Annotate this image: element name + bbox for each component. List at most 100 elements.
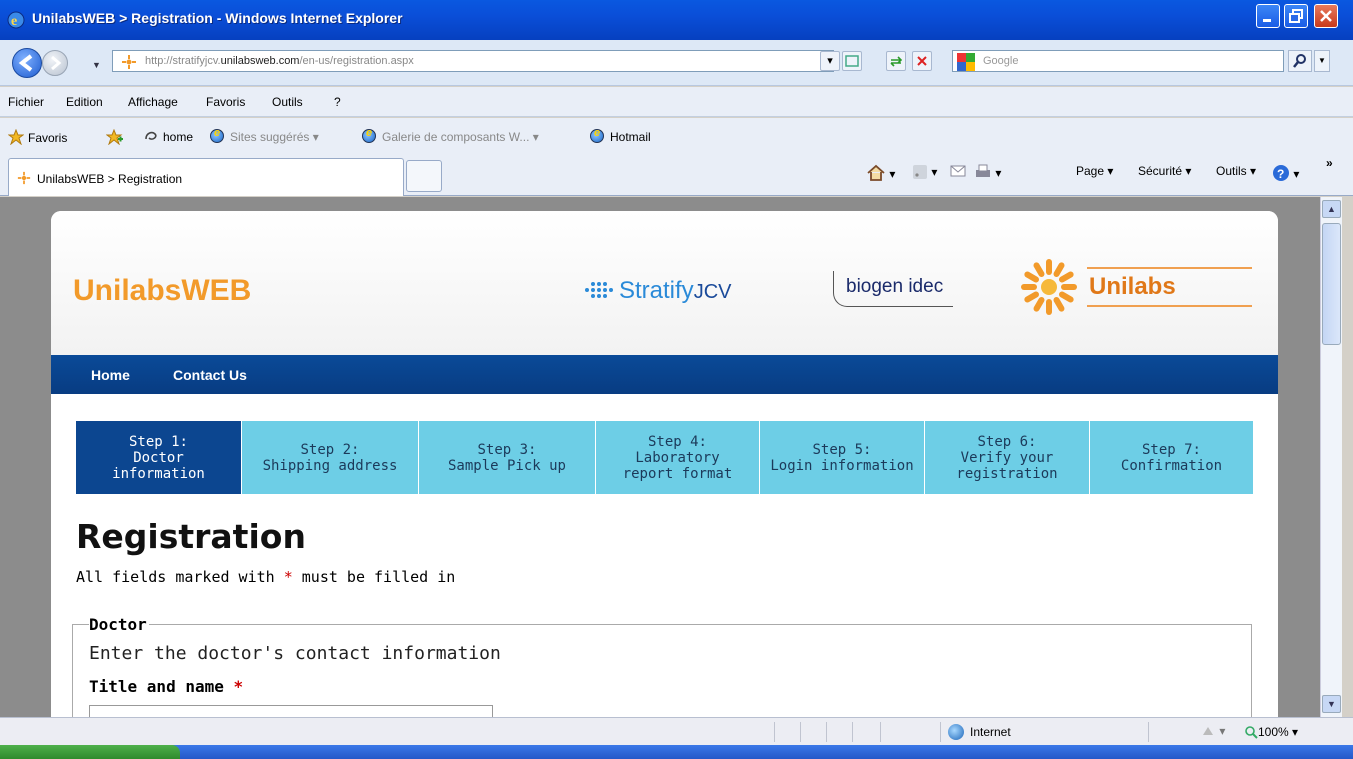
back-button[interactable] xyxy=(12,48,42,78)
menu-tools[interactable]: Outils xyxy=(272,95,303,109)
security-menu-button[interactable]: Sécurité ▾ xyxy=(1138,164,1191,178)
status-divider xyxy=(774,722,775,742)
step-6-line2: Verify your xyxy=(960,449,1054,466)
step-5-line1: Step 5: xyxy=(812,441,872,458)
unilabs-text: Unilabs xyxy=(1089,273,1176,300)
step-6[interactable]: Step 6: Verify your registration xyxy=(924,421,1089,494)
star-icon xyxy=(7,128,25,146)
help-menu-button[interactable]: ? ▾ xyxy=(1272,164,1299,182)
zoom-icon xyxy=(1245,726,1258,739)
close-button[interactable] xyxy=(1314,4,1338,28)
menu-help[interactable]: ? xyxy=(334,95,341,109)
step-5-line2: Login information xyxy=(770,457,914,474)
nav-contact-us[interactable]: Contact Us xyxy=(173,367,247,383)
status-divider xyxy=(852,722,853,742)
step-2[interactable]: Step 2: Shipping address xyxy=(241,421,418,494)
required-asterisk: * xyxy=(283,568,293,586)
step-5[interactable]: Step 5: Login information xyxy=(759,421,924,494)
add-to-favorites-icon xyxy=(105,128,123,146)
search-input[interactable]: Google xyxy=(952,50,1284,72)
stratify-jcv-logo: StratifyJCV xyxy=(583,277,731,305)
scroll-down-button[interactable]: ▼ xyxy=(1322,695,1341,713)
step-4-line3: report format xyxy=(622,465,733,482)
scroll-thumb[interactable] xyxy=(1322,223,1341,345)
tools-menu-button[interactable]: Outils ▾ xyxy=(1216,164,1256,178)
menu-file[interactable]: Fichier xyxy=(8,95,44,109)
minimize-button[interactable] xyxy=(1256,4,1280,28)
step-4-line2: Laboratory xyxy=(635,449,720,466)
page-viewport: UnilabsWEB StratifyJCV biogen idec Unila… xyxy=(0,197,1320,717)
site-header: UnilabsWEB StratifyJCV biogen idec Unila… xyxy=(51,211,1278,355)
site-brand-logo[interactable]: UnilabsWEB xyxy=(73,274,251,308)
search-button[interactable] xyxy=(1288,50,1312,72)
zoom-level-button[interactable]: 100% ▾ xyxy=(1244,725,1298,739)
vertical-scrollbar[interactable]: ▲ ▼ xyxy=(1320,197,1342,717)
fav-link-hotmail[interactable]: Hotmail xyxy=(590,127,651,144)
unilabs-favicon-icon xyxy=(17,171,31,185)
scroll-up-button[interactable]: ▲ xyxy=(1322,200,1341,218)
menu-view[interactable]: Affichage xyxy=(128,95,178,109)
doctor-fieldset xyxy=(72,624,1252,717)
maximize-button[interactable] xyxy=(1284,4,1308,28)
unilabs-logo: Unilabs xyxy=(1017,257,1257,317)
print-button[interactable]: ▾ xyxy=(974,164,1001,180)
restore-icon xyxy=(1289,9,1303,23)
svg-text:e: e xyxy=(11,14,17,29)
address-dropdown-button[interactable]: ▾ xyxy=(820,51,840,71)
menu-bar: Fichier Edition Affichage Favoris Outils… xyxy=(0,87,1353,117)
menu-edit[interactable]: Edition xyxy=(66,95,103,109)
address-toolbar: ▼ http://stratifyjcv.unilabsweb.com/en-u… xyxy=(0,40,1353,86)
refresh-button[interactable] xyxy=(886,51,906,71)
status-bar: Internet ▾ 100% ▾ xyxy=(0,717,1353,745)
stop-icon xyxy=(917,56,927,66)
window-title: UnilabsWEB > Registration - Windows Inte… xyxy=(32,10,403,26)
start-button[interactable] xyxy=(0,745,180,759)
recent-pages-dropdown[interactable]: ▼ xyxy=(92,60,101,70)
tab-registration[interactable]: UnilabsWEB > Registration xyxy=(8,158,404,196)
nav-home[interactable]: Home xyxy=(91,367,130,383)
stop-button[interactable] xyxy=(912,51,932,71)
minimize-icon xyxy=(1263,19,1271,22)
more-commands-button[interactable]: » xyxy=(1326,156,1333,170)
fav-suggested-label: Sites suggérés ▾ xyxy=(230,130,319,144)
address-input[interactable]: http://stratifyjcv.unilabsweb.com/en-us/… xyxy=(112,50,834,72)
fav-link-home[interactable]: home xyxy=(144,129,193,144)
status-divider xyxy=(826,722,827,742)
read-mail-button[interactable] xyxy=(950,164,966,178)
fav-link-suggested[interactable]: Sites suggérés ▾ xyxy=(210,127,319,144)
step-1[interactable]: Step 1: Doctor information xyxy=(76,421,241,494)
protected-mode-button[interactable]: ▾ xyxy=(1200,724,1225,738)
taskbar xyxy=(0,745,1353,759)
home-link-icon xyxy=(145,131,157,140)
window-border xyxy=(1342,197,1353,717)
add-favorite-button[interactable] xyxy=(105,128,124,146)
fav-link-gallery[interactable]: Galerie de composants W... ▾ xyxy=(362,127,539,144)
refresh-icon xyxy=(890,56,903,67)
forward-button[interactable] xyxy=(42,50,68,76)
close-icon xyxy=(1320,10,1332,22)
step-3[interactable]: Step 3: Sample Pick up xyxy=(418,421,595,494)
new-tab-button[interactable] xyxy=(406,160,442,192)
note-text-before: All fields marked with xyxy=(76,568,284,586)
favorites-button[interactable]: Favoris xyxy=(7,128,67,146)
ie-page-icon xyxy=(210,127,224,143)
ie-logo-icon: e xyxy=(7,11,25,29)
step-4[interactable]: Step 4: Laboratory report format xyxy=(595,421,759,494)
globe-icon xyxy=(948,724,964,740)
biogen-text: biogen idec xyxy=(846,276,944,297)
doctor-legend: Doctor xyxy=(89,615,149,634)
search-options-dropdown[interactable]: ▼ xyxy=(1314,50,1330,72)
menu-favorites[interactable]: Favoris xyxy=(206,95,245,109)
feeds-button[interactable]: ▾ xyxy=(912,164,937,180)
step-4-line1: Step 4: xyxy=(647,433,707,450)
step-3-line1: Step 3: xyxy=(477,441,537,458)
compatibility-view-button[interactable] xyxy=(842,51,862,71)
page-container: UnilabsWEB StratifyJCV biogen idec Unila… xyxy=(51,211,1278,717)
title-name-input[interactable] xyxy=(89,705,493,717)
page-menu-button[interactable]: Page ▾ xyxy=(1076,164,1113,178)
step-7[interactable]: Step 7: Confirmation xyxy=(1089,421,1253,494)
site-nav: Home Contact Us xyxy=(51,355,1278,394)
search-icon xyxy=(1293,54,1306,68)
required-fields-note: All fields marked with * must be filled … xyxy=(76,568,455,586)
home-page-button[interactable]: ▾ xyxy=(866,164,895,182)
